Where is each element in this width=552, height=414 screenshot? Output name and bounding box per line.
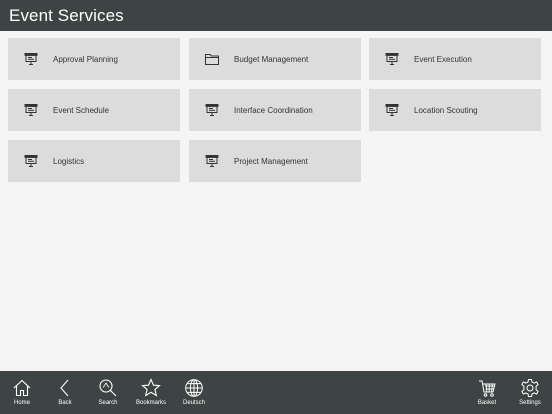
home-icon <box>11 377 33 399</box>
header-bar: Event Services <box>0 0 552 31</box>
basket-label: Basket <box>477 400 497 406</box>
bookmarks-button[interactable]: Bookmarks <box>131 371 171 414</box>
settings-label: Settings <box>519 400 541 406</box>
tile-label: Event Execution <box>414 54 472 64</box>
bookmarks-label: Bookmarks <box>135 400 166 406</box>
tile-event-execution[interactable]: Event Execution <box>369 38 541 80</box>
settings-button[interactable]: Settings <box>510 371 550 414</box>
presentation-board-icon <box>384 51 400 67</box>
home-label: Home <box>13 400 30 406</box>
language-button[interactable]: Deutsch <box>174 371 214 414</box>
tile-approval-planning[interactable]: Approval Planning <box>8 38 180 80</box>
tile-label: Location Scouting <box>414 105 478 115</box>
search-label: Search <box>98 400 118 406</box>
presentation-board-icon <box>23 102 39 118</box>
tile-label: Interface Coordination <box>234 105 313 115</box>
tile-label: Approval Planning <box>53 54 118 64</box>
tile-budget-management[interactable]: Budget Management <box>189 38 361 80</box>
presentation-board-icon <box>204 102 220 118</box>
search-icon <box>97 377 119 399</box>
star-icon <box>140 377 162 399</box>
bottom-toolbar: Home Back Search Bookmarks Deutsch Baske… <box>0 371 552 414</box>
language-label: Deutsch <box>182 400 205 406</box>
shopping-cart-icon <box>476 377 498 399</box>
back-button[interactable]: Back <box>45 371 85 414</box>
presentation-board-icon <box>23 51 39 67</box>
globe-icon <box>183 377 205 399</box>
folder-icon <box>204 51 220 67</box>
chevron-left-icon <box>54 377 76 399</box>
tile-label: Project Management <box>234 156 308 166</box>
tile-event-schedule[interactable]: Event Schedule <box>8 89 180 131</box>
presentation-board-icon <box>204 153 220 169</box>
back-label: Back <box>58 400 72 406</box>
tile-label: Logistics <box>53 156 85 166</box>
page-title: Event Services <box>9 5 124 25</box>
tile-label: Budget Management <box>234 54 309 64</box>
gear-icon <box>519 377 541 399</box>
tile-project-management[interactable]: Project Management <box>189 140 361 182</box>
tile-logistics[interactable]: Logistics <box>8 140 180 182</box>
presentation-board-icon <box>23 153 39 169</box>
tile-label: Event Schedule <box>53 105 110 115</box>
presentation-board-icon <box>384 102 400 118</box>
tile-location-scouting[interactable]: Location Scouting <box>369 89 541 131</box>
home-button[interactable]: Home <box>2 371 42 414</box>
tile-interface-coordination[interactable]: Interface Coordination <box>189 89 361 131</box>
search-button[interactable]: Search <box>88 371 128 414</box>
basket-button[interactable]: Basket <box>467 371 507 414</box>
